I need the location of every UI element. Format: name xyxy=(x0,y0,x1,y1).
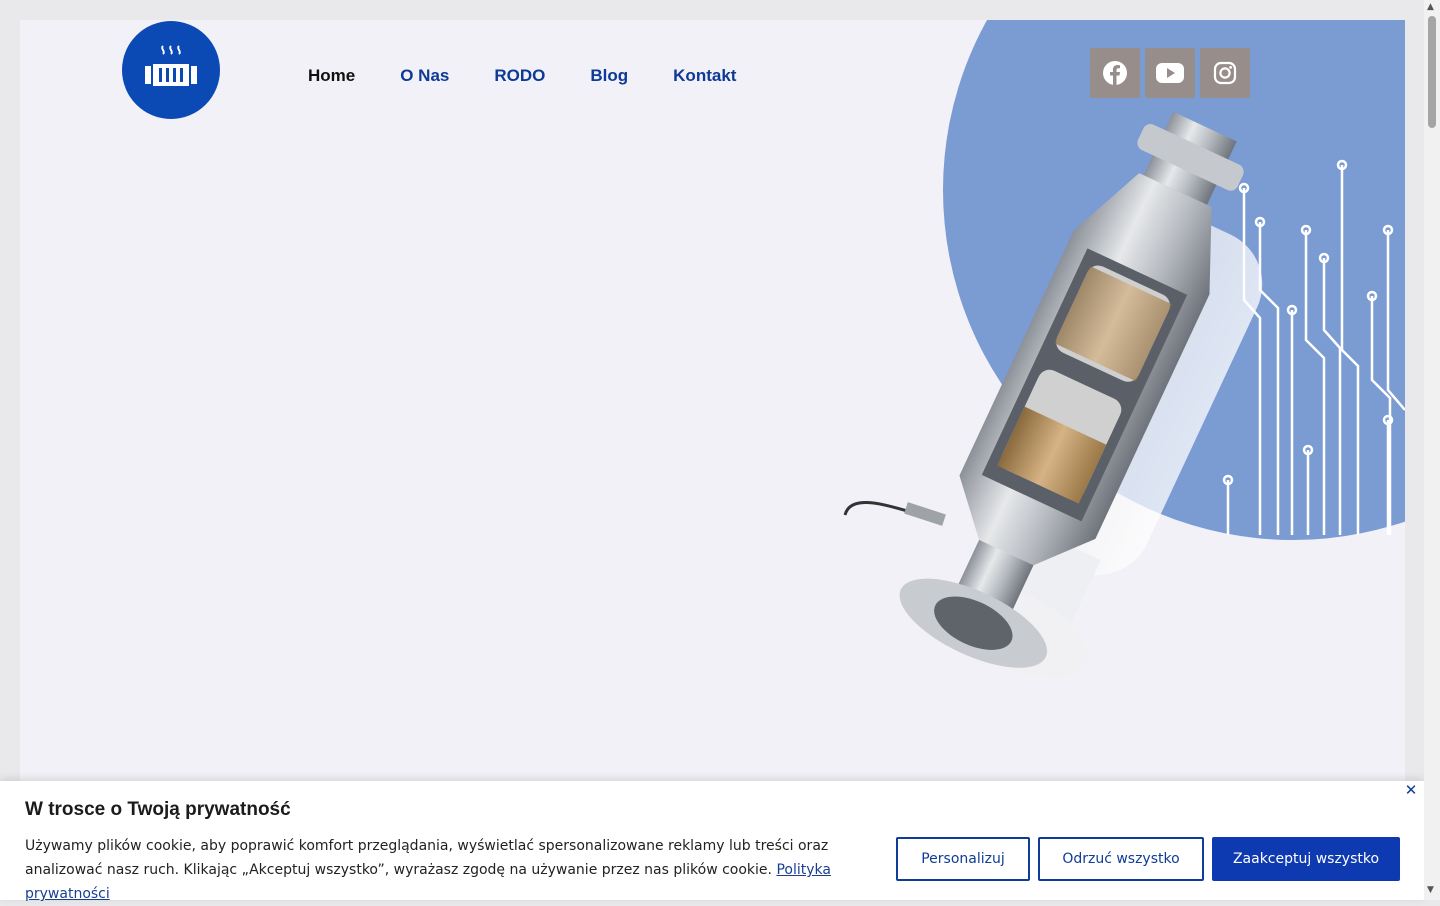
nav-item-home[interactable]: Home xyxy=(308,66,355,86)
youtube-icon xyxy=(1156,63,1184,83)
scrollbar-thumb[interactable] xyxy=(1428,16,1436,128)
facebook-button[interactable] xyxy=(1090,48,1140,98)
nav-item-o-nas[interactable]: O Nas xyxy=(400,66,449,86)
facebook-icon xyxy=(1103,61,1127,85)
catalytic-converter-image xyxy=(843,111,1263,678)
nav-item-rodo[interactable]: RODO xyxy=(494,66,545,86)
page: Home O Nas RODO Blog Kontakt xyxy=(20,20,1405,900)
instagram-button[interactable] xyxy=(1200,48,1250,98)
nav-item-blog[interactable]: Blog xyxy=(590,66,628,86)
main-nav: Home O Nas RODO Blog Kontakt xyxy=(308,66,736,86)
site-logo[interactable] xyxy=(122,21,220,119)
cookie-text: Używamy plików cookie, aby poprawić komf… xyxy=(25,834,865,906)
reject-all-button[interactable]: Odrzuć wszystko xyxy=(1038,837,1204,881)
cookie-title: W trosce o Twoją prywatność xyxy=(25,799,291,820)
social-links xyxy=(1090,48,1250,98)
close-icon[interactable]: ✕ xyxy=(1404,783,1418,798)
accept-all-button[interactable]: Zaakceptuj wszystko xyxy=(1212,837,1400,881)
scroll-up-icon[interactable]: ▲ xyxy=(1427,2,1434,12)
scroll-down-icon[interactable]: ▼ xyxy=(1427,885,1434,895)
instagram-icon xyxy=(1213,61,1237,85)
customize-button[interactable]: Personalizuj xyxy=(896,837,1030,881)
nav-item-kontakt[interactable]: Kontakt xyxy=(673,66,736,86)
cookie-description: Używamy plików cookie, aby poprawić komf… xyxy=(25,838,829,878)
catalytic-converter-logo-icon xyxy=(145,45,197,86)
scrollbar[interactable]: ▲ ▼ xyxy=(1424,0,1440,900)
cookie-banner: W trosce o Twoją prywatność ✕ Używamy pl… xyxy=(0,781,1424,902)
youtube-button[interactable] xyxy=(1145,48,1195,98)
